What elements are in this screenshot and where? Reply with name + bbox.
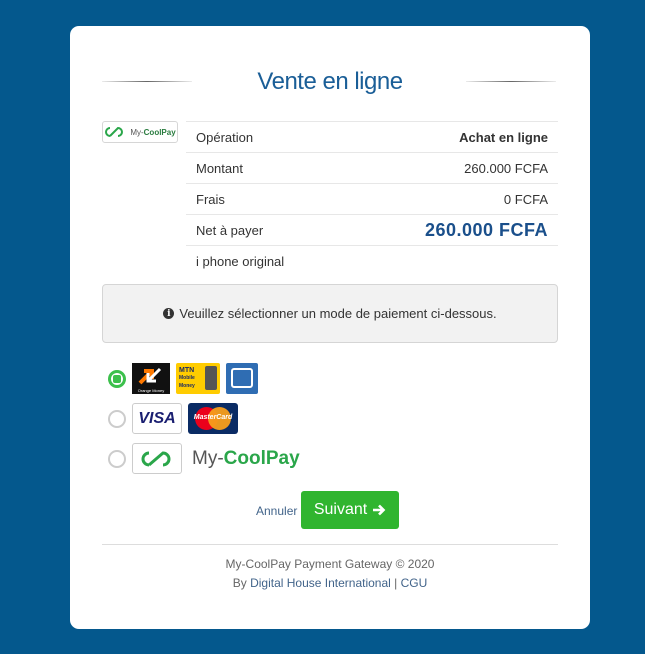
table-row: i phone original [186,245,558,276]
next-button-label: Suivant [313,501,368,518]
amount-value: 260.000 FCFA [346,152,558,184]
arrow-right-icon [373,504,386,516]
coolpay-icon-box[interactable] [132,443,182,474]
mtn-label: MTN Mobile Money [179,367,195,389]
table-row: Net à payer 260.000 FCFA [186,214,558,246]
title-divider-right [466,81,556,82]
title-row: Vente en ligne [70,68,590,98]
payment-option-cards[interactable]: VISA MasterCard [108,403,238,434]
cgu-link[interactable]: CGU [401,576,428,590]
row-label: Montant [186,152,347,184]
radio-cards[interactable] [108,409,126,428]
cancel-link[interactable]: Annuler [256,504,297,518]
wallet-icon [231,368,253,388]
product-value [346,245,558,276]
footer-divider [102,544,558,545]
order-summary-table: Opération Achat en ligne Montant 260.000… [186,121,558,276]
footer-credits: By Digital House International | CGU [232,576,428,590]
footer-copyright: My-CoolPay Payment Gateway © 2020 [225,557,435,571]
product-description: i phone original [186,245,347,276]
company-link[interactable]: Digital House International [250,576,391,590]
orange-money-logo[interactable]: Orange Money [132,363,170,394]
row-label: Frais [186,183,347,215]
payment-option-mobile-money[interactable]: Orange Money MTN Mobile Money [108,363,258,394]
coolpay-logo-small: My-CoolPay [102,121,178,143]
mobile-wallet-logo[interactable] [226,363,258,394]
orange-money-label: Orange Money [137,388,165,393]
infinity-icon [141,450,171,466]
mastercard-logo[interactable]: MasterCard [188,403,238,434]
phone-icon [205,366,217,390]
operation-value: Achat en ligne [346,121,558,153]
radio-coolpay[interactable] [108,449,126,468]
table-row: Frais 0 FCFA [186,183,558,215]
logo-small-text: My-CoolPay [130,127,176,137]
row-label: Net à payer [186,214,347,246]
info-icon: i [163,308,175,319]
row-label: Opération [186,121,347,153]
fees-value: 0 FCFA [346,183,558,215]
form-actions: Annuler Suivant [70,491,590,529]
table-row: Montant 260.000 FCFA [186,152,558,184]
page-title: Vente en ligne [257,68,403,95]
visa-logo[interactable]: VISA [132,403,182,434]
payment-option-coolpay[interactable]: My-CoolPay [108,443,300,474]
orange-arrow-icon [138,367,162,385]
alert-text: Veuillez sélectionner un mode de paiemen… [179,306,497,321]
mastercard-label: MasterCard [193,414,233,421]
net-to-pay-value: 260.000 FCFA [346,214,558,246]
next-button[interactable]: Suivant [301,491,399,529]
info-alert: i Veuillez sélectionner un mode de paiem… [102,284,558,343]
payment-card: Vente en ligne My-CoolPay Opération Acha… [70,26,590,629]
coolpay-wordmark[interactable]: My-CoolPay [192,448,300,470]
mtn-mobile-money-logo[interactable]: MTN Mobile Money [176,363,220,394]
table-row: Opération Achat en ligne [186,121,558,153]
infinity-icon [105,126,124,137]
radio-mobile-money[interactable] [108,369,126,388]
